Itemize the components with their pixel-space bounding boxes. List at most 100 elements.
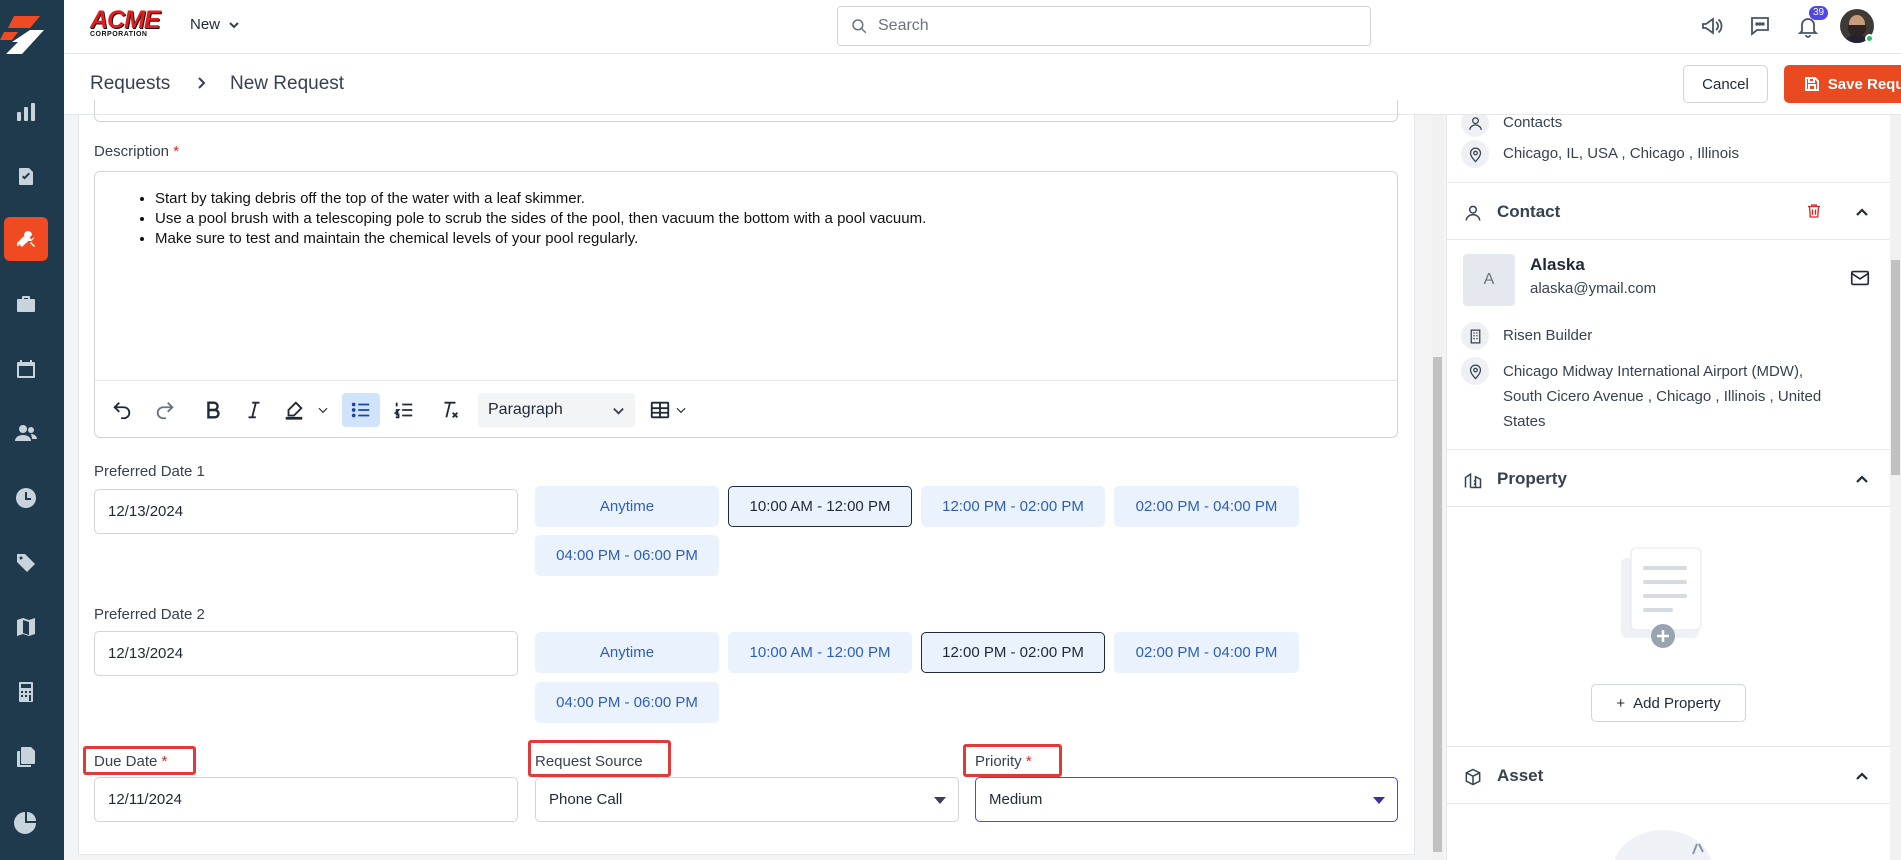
building-icon [1461,322,1489,350]
cancel-button[interactable]: Cancel [1683,65,1768,103]
priority-select[interactable]: Medium [975,777,1398,822]
pd2-slot-2pm-4pm[interactable]: 02:00 PM - 04:00 PM [1114,632,1299,673]
description-label: Description * [94,143,180,160]
contact-section-header[interactable]: Contact [1447,182,1890,240]
pd2-slot-10am-12pm[interactable]: 10:00 AM - 12:00 PM [728,632,912,673]
panel-scrollbar-thumb[interactable] [1891,260,1900,475]
nav-documents-icon[interactable] [4,735,48,779]
pd1-slot-10am-12pm[interactable]: 10:00 AM - 12:00 PM [728,486,912,527]
dropdown-caret-icon [1373,797,1385,804]
chevron-up-icon[interactable] [1855,769,1869,783]
highlight-dropdown-chevron-icon[interactable] [313,393,333,427]
italic-icon[interactable] [235,393,273,427]
add-property-button[interactable]: + Add Property [1591,684,1746,722]
due-date-label: Due Date * [94,753,168,770]
contact-email[interactable]: alaska@ymail.com [1530,280,1656,297]
preferred-date-2-value: 12/13/2024 [108,645,184,662]
contact-address-row: Chicago Midway International Airport (MD… [1461,357,1821,434]
nav-analytics-icon[interactable] [4,800,48,844]
chevron-up-icon[interactable] [1855,205,1869,219]
request-source-label: Request Source [535,753,643,770]
contact-name: Alaska [1530,255,1585,274]
empty-asset-illustration-icon [1603,830,1723,860]
preferred-date-2-label: Preferred Date 2 [94,606,205,623]
pd2-slot-4pm-6pm[interactable]: 04:00 PM - 06:00 PM [535,682,719,723]
description-bullet: Make sure to test and maintain the chemi… [155,229,926,249]
editor-toolbar: Paragraph [95,380,1397,438]
announcements-icon[interactable] [1698,12,1726,40]
nav-jobs-icon[interactable] [4,282,48,326]
block-format-select[interactable]: Paragraph [478,393,635,427]
preferred-date-1-label: Preferred Date 1 [94,463,205,480]
client-contacts-row: Contacts [1461,115,1562,137]
highlight-icon[interactable] [275,393,313,427]
form-scrollbar[interactable] [1432,115,1443,860]
block-format-value: Paragraph [488,401,563,418]
pd2-slot-anytime[interactable]: Anytime [535,632,719,673]
nav-requests-icon[interactable] [4,217,48,261]
due-date-input[interactable]: 12/11/2024 [94,777,518,822]
property-section-title: Property [1497,469,1567,488]
save-request-button[interactable]: Save Request [1784,65,1901,103]
breadcrumb-requests-link[interactable]: Requests [90,73,170,95]
company-logo[interactable]: ACME CORPORATION [90,8,166,42]
pd2-slot-12pm-2pm[interactable]: 12:00 PM - 02:00 PM [921,632,1105,673]
description-editor[interactable]: Start by taking debris off the top of th… [94,171,1398,438]
undo-icon[interactable] [103,393,141,427]
asset-section-header[interactable]: Asset [1447,746,1890,804]
pd1-slot-12pm-2pm[interactable]: 12:00 PM - 02:00 PM [921,486,1105,527]
nav-map-icon[interactable] [4,605,48,649]
nav-pricebook-icon[interactable] [4,541,48,585]
top-bar: ACME CORPORATION New 39 [64,0,1901,54]
form-scrollbar-thumb[interactable] [1433,357,1442,852]
preferred-date-2-input[interactable]: 12/13/2024 [94,631,518,676]
pd1-slot-4pm-6pm[interactable]: 04:00 PM - 06:00 PM [535,535,719,576]
location-pin-icon [1461,357,1489,385]
pd1-slot-anytime[interactable]: Anytime [535,486,719,527]
previous-field-bottom[interactable] [94,100,1398,122]
preferred-date-1-input[interactable]: 12/13/2024 [94,489,518,534]
app-root: ACME CORPORATION New 39 Requests New Req [0,0,1901,860]
online-status-dot [1865,34,1874,43]
notifications-icon[interactable]: 39 [1794,6,1829,40]
contacts-text: Contacts [1503,115,1563,131]
nav-calendar-icon[interactable] [4,347,48,391]
nav-estimates-icon[interactable] [4,670,48,714]
user-icon [1463,203,1483,223]
nav-reports-icon[interactable] [4,90,48,134]
bulleted-list-icon[interactable] [342,393,380,427]
contact-section-title: Contact [1497,202,1561,221]
chevron-down-icon [229,21,239,28]
contact-company: Risen Builder [1503,327,1593,344]
new-menu-button[interactable]: New [190,16,240,33]
nav-timesheet-icon[interactable] [4,476,48,520]
global-search[interactable] [837,6,1371,46]
clear-formatting-icon[interactable] [431,393,469,427]
search-input[interactable] [878,17,1348,35]
chevron-down-icon [613,407,624,415]
panel-scrollbar[interactable] [1890,115,1901,860]
address-line: South Cicero Avenue , Chicago , Illinois… [1503,388,1822,405]
pd1-slot-2pm-4pm[interactable]: 02:00 PM - 04:00 PM [1114,486,1299,527]
trash-icon[interactable] [1805,202,1825,222]
nav-clients-icon[interactable] [4,411,48,455]
chat-icon[interactable] [1746,12,1774,40]
address-line: Chicago Midway International Airport (MD… [1503,363,1804,380]
details-panel: Contacts Chicago, IL, USA , Chicago , Il… [1446,115,1890,860]
property-section-header[interactable]: Property [1447,449,1890,507]
bold-icon[interactable] [194,393,232,427]
location-pin-icon [1461,140,1489,168]
description-content[interactable]: Start by taking debris off the top of th… [155,189,926,249]
sidebar [0,0,64,860]
app-logo-icon[interactable] [0,10,52,60]
description-bullet: Use a pool brush with a telescoping pole… [155,209,926,229]
redo-icon[interactable] [146,393,184,427]
request-source-select[interactable]: Phone Call [535,777,959,822]
chevron-up-icon[interactable] [1855,472,1869,486]
table-dropdown-chevron-icon[interactable] [671,393,691,427]
asset-box-icon [1463,767,1483,787]
client-location-row: Chicago, IL, USA , Chicago , Illinois [1461,140,1739,168]
numbered-list-icon[interactable] [385,393,423,427]
nav-tasks-icon[interactable] [4,154,48,198]
mail-icon[interactable] [1849,267,1873,291]
